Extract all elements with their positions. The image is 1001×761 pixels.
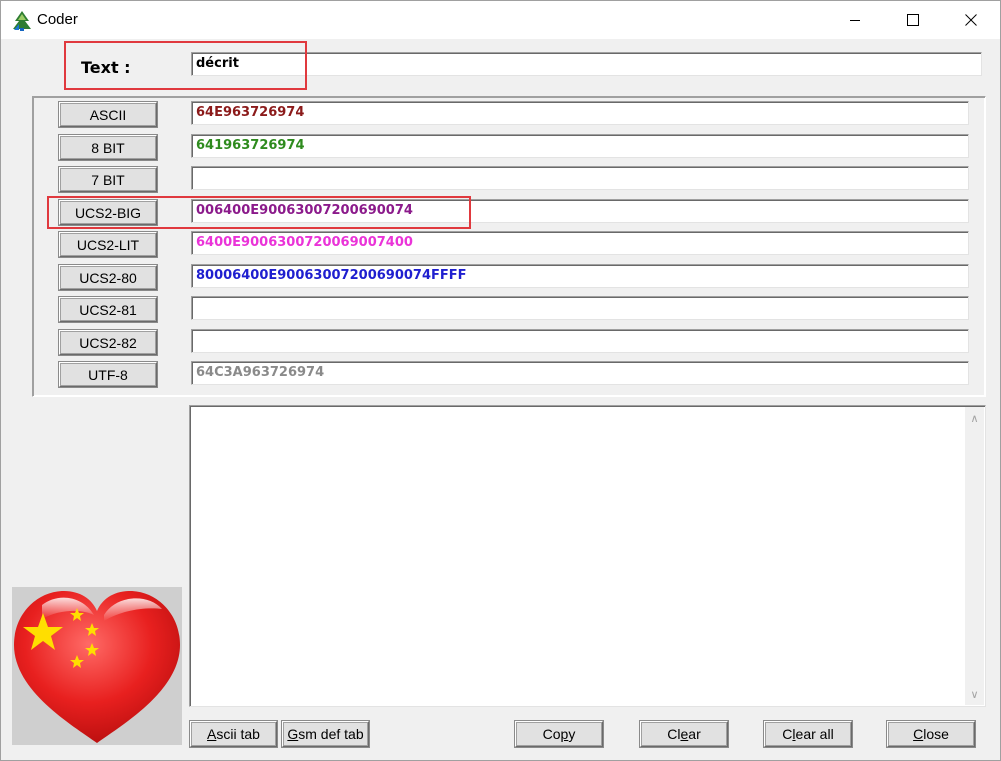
gsm-def-tab-label: Gsm def tab (287, 726, 364, 742)
8-bit-output-field[interactable]: 641963726974 (191, 134, 969, 158)
ucs2-lit-value: 6400E9006300720069007400 (196, 235, 413, 250)
text-input-value: décrit (196, 56, 239, 71)
ucs2-82-button[interactable]: UCS2-82 (58, 329, 158, 356)
coder-window: Coder Text : décrit ASCII 64E963726974 8 B… (0, 0, 1001, 761)
ucs2-81-button[interactable]: UCS2-81 (58, 296, 158, 323)
ucs2-big-output-field[interactable]: 006400E90063007200690074 (191, 199, 969, 223)
close-icon (965, 14, 977, 26)
clear-button[interactable]: Clear (639, 720, 729, 748)
ucs2-lit-button[interactable]: UCS2-LIT (58, 231, 158, 258)
output-memo[interactable]: ∧ ∨ (189, 405, 986, 707)
gsm-def-tab-button[interactable]: Gsm def tab (281, 720, 370, 748)
7-bit-button[interactable]: 7 BIT (58, 166, 158, 193)
utf-8-button[interactable]: UTF-8 (58, 361, 158, 388)
close-label: Close (913, 726, 949, 742)
close-button[interactable]: Close (886, 720, 976, 748)
8-bit-value: 641963726974 (196, 138, 305, 153)
ascii-button[interactable]: ASCII (58, 101, 158, 128)
8-bit-button[interactable]: 8 BIT (58, 134, 158, 161)
minimize-button[interactable] (826, 1, 884, 39)
utf-8-output-field[interactable]: 64C3A963726974 (191, 361, 969, 385)
scroll-down-icon[interactable]: ∨ (968, 689, 981, 702)
7-bit-output-field[interactable] (191, 166, 969, 190)
ucs2-80-output-field[interactable]: 80006400E90063007200690074FFFF (191, 264, 969, 288)
ucs2-big-button[interactable]: UCS2-BIG (58, 199, 158, 226)
ucs2-81-output-field[interactable] (191, 296, 969, 320)
close-window-button[interactable] (942, 1, 1000, 39)
ascii-tab-label: Ascii tab (207, 726, 260, 742)
ascii-output-field[interactable]: 64E963726974 (191, 101, 969, 125)
scroll-up-icon[interactable]: ∧ (968, 413, 981, 426)
utf-8-value: 64C3A963726974 (196, 365, 325, 380)
maximize-button[interactable] (884, 1, 942, 39)
ucs2-80-value: 80006400E90063007200690074FFFF (196, 268, 467, 283)
ucs2-80-button[interactable]: UCS2-80 (58, 264, 158, 291)
text-label: Text : (81, 58, 131, 77)
tree-icon (13, 11, 31, 31)
window-title: Coder (37, 11, 78, 28)
text-input[interactable]: décrit (191, 52, 982, 76)
copy-label: Copy (542, 726, 576, 742)
clear-all-button[interactable]: Clear all (763, 720, 853, 748)
maximize-icon (907, 14, 919, 26)
minimize-icon (850, 20, 860, 21)
china-flag-heart-icon (14, 591, 180, 743)
ucs2-lit-output-field[interactable]: 6400E9006300720069007400 (191, 231, 969, 255)
ucs2-82-output-field[interactable] (191, 329, 969, 353)
clear-label: Clear (667, 726, 701, 742)
title-bar: Coder (1, 1, 1000, 39)
copy-button[interactable]: Copy (514, 720, 604, 748)
ascii-tab-button[interactable]: Ascii tab (189, 720, 278, 748)
ucs2-big-value: 006400E90063007200690074 (196, 203, 413, 218)
memo-scrollbar[interactable]: ∧ ∨ (965, 407, 984, 705)
flag-image (12, 587, 182, 745)
ascii-value: 64E963726974 (196, 105, 305, 120)
clear-all-label: Clear all (782, 726, 834, 742)
